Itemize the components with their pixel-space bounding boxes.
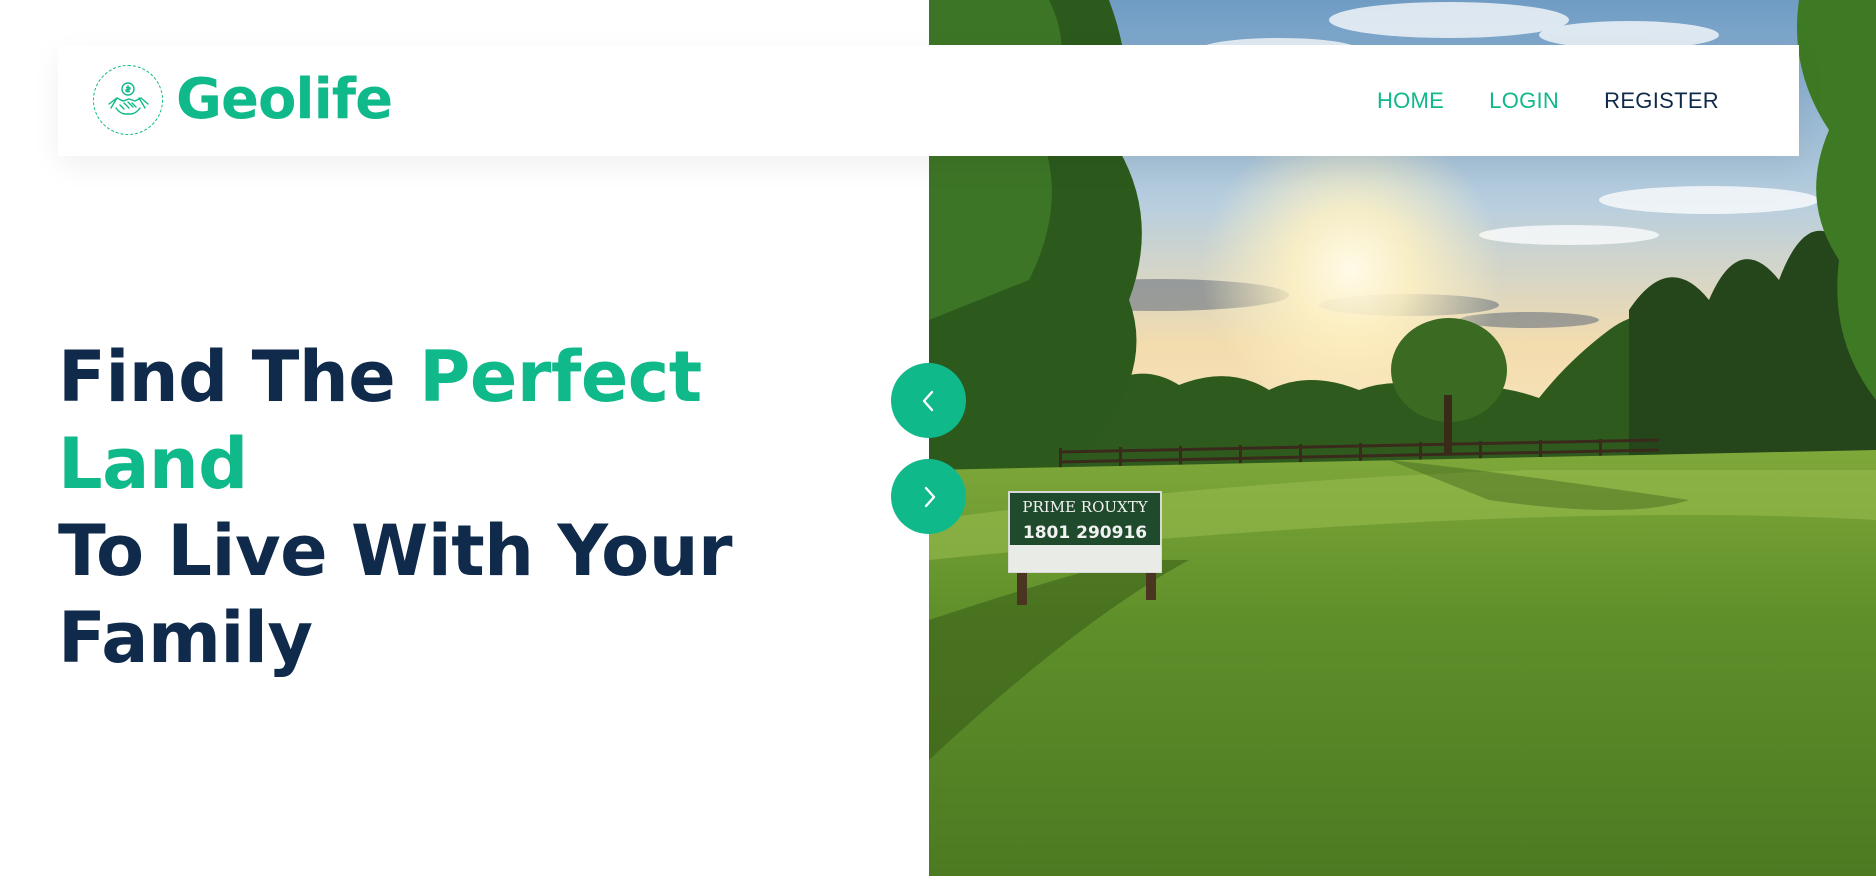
headline-part-1: Find The [58, 336, 420, 418]
nav-register-link[interactable]: REGISTER [1604, 88, 1719, 114]
brand-name: Geolife [176, 67, 393, 132]
hero-headline: Find The Perfect Land To Live With Your … [58, 334, 898, 682]
nav-home-link[interactable]: HOME [1377, 88, 1444, 114]
chevron-right-icon [924, 486, 935, 507]
sign-line-1: PRIME ROUXTY [1022, 498, 1148, 516]
sign-line-2: 1801 290916 [1023, 523, 1147, 543]
navbar: Geolife HOME LOGIN REGISTER [58, 45, 1799, 156]
nav-menu: HOME LOGIN REGISTER [1332, 45, 1719, 156]
slider-next-button[interactable] [891, 459, 966, 534]
nav-login-link[interactable]: LOGIN [1489, 88, 1559, 114]
handshake-coin-icon [93, 65, 163, 135]
headline-part-2: To Live With Your Family [58, 510, 733, 679]
brand-logo[interactable]: Geolife [93, 63, 393, 137]
chevron-left-icon [922, 390, 933, 411]
slider-prev-button[interactable] [891, 363, 966, 438]
